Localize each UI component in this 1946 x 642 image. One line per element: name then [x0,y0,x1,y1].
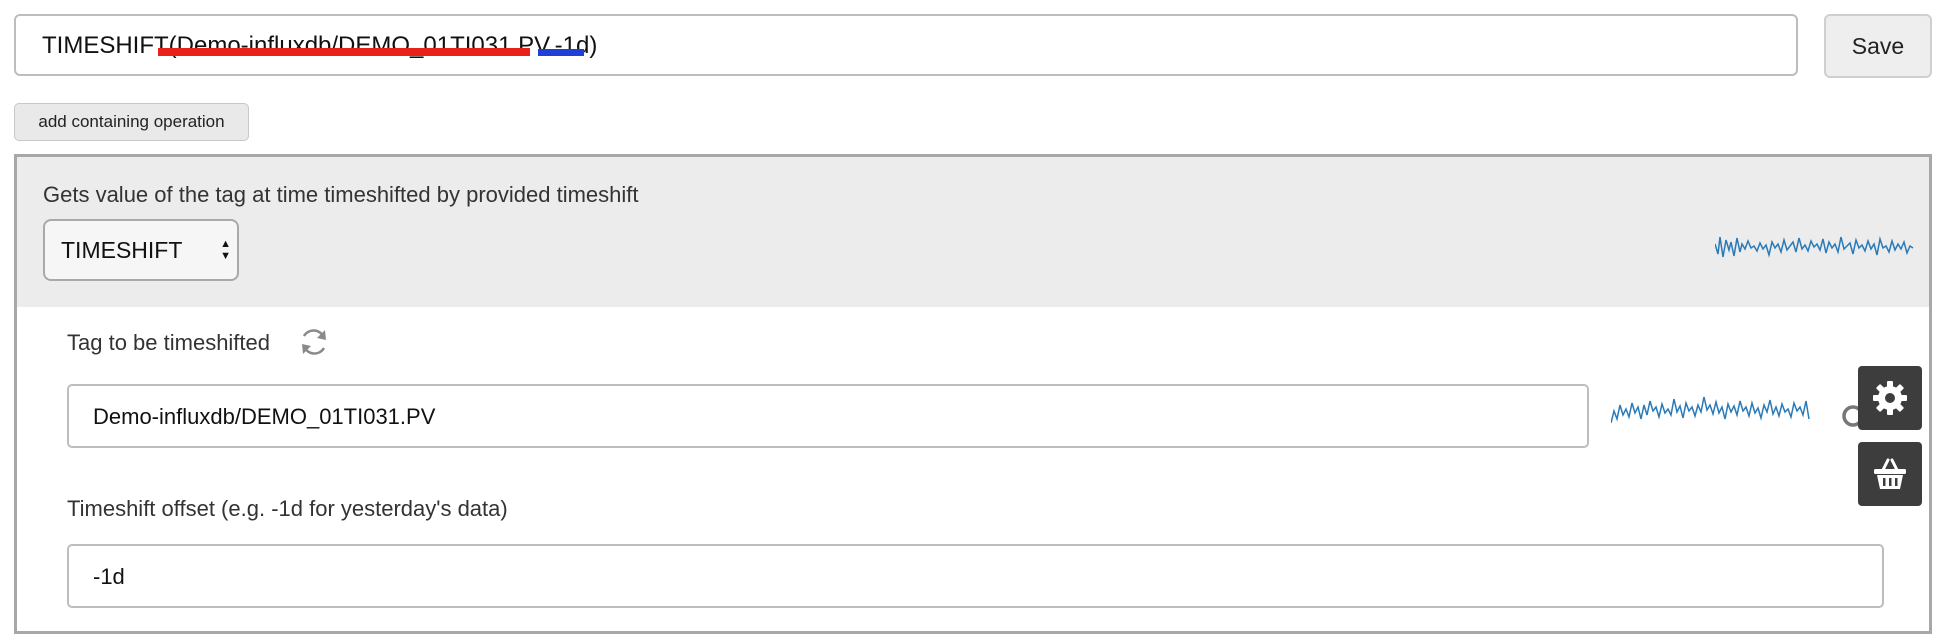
result-sparkline [1715,236,1914,258]
settings-button[interactable] [1858,366,1922,430]
operation-select[interactable]: TIMESHIFT ▲ ▼ [43,219,239,281]
formula-prefix: TIMESHIFT( [42,32,177,59]
refresh-icon[interactable] [298,326,330,358]
formula-suffix: ) [589,32,598,59]
save-button[interactable]: Save [1824,14,1932,78]
basket-button[interactable] [1858,442,1922,506]
tag-parameter-label: Tag to be timeshifted [67,330,271,355]
gear-icon [1873,381,1907,415]
operation-header: Gets value of the tag at time timeshifte… [17,157,1929,307]
operation-select-value: TIMESHIFT [61,237,183,263]
tag-arg-underline [158,48,530,56]
offset-input[interactable]: -1d [67,544,1884,608]
select-arrows-icon: ▲ ▼ [220,238,231,262]
formula-input[interactable]: TIMESHIFT(Demo-influxdb/DEMO_01TI031.PV,… [14,14,1798,76]
basket-icon [1874,458,1906,489]
tag-sparkline [1611,396,1810,424]
operation-description: Gets value of the tag at time timeshifte… [43,182,639,207]
tag-input[interactable]: Demo-influxdb/DEMO_01TI031.PV [67,384,1589,448]
offset-parameter-label: Timeshift offset (e.g. -1d for yesterday… [67,496,508,521]
add-containing-operation-button[interactable]: add containing operation [14,103,249,141]
operation-panel: Gets value of the tag at time timeshifte… [14,154,1932,634]
offset-arg-underline [538,49,584,56]
